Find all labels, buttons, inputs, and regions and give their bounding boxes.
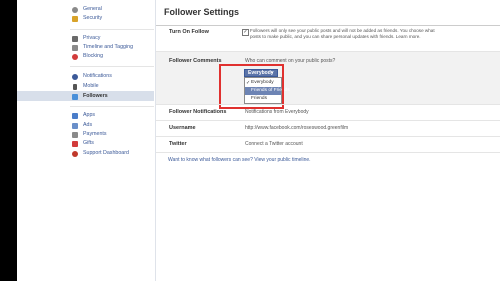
highlight-annotation-box: [219, 64, 284, 109]
apps-icon: [72, 112, 78, 119]
mobile-icon: [73, 83, 77, 90]
username-value: http://www.facebook.com/roseswood.greenf…: [245, 125, 349, 131]
payments-icon: [72, 131, 78, 138]
twitter-connect-link[interactable]: Connect a Twitter account: [245, 141, 303, 147]
sidebar-item-label: Gifts: [83, 140, 94, 146]
sidebar-item-label: Mobile: [83, 83, 99, 89]
sidebar-divider-line: [70, 66, 154, 67]
sidebar-item-gifts[interactable]: Gifts: [52, 138, 154, 148]
ads-icon: [72, 122, 78, 129]
follower-comments-label: Follower Comments: [169, 58, 222, 64]
title-divider: [156, 25, 500, 26]
turn-on-follow-checkbox[interactable]: ✓: [242, 29, 249, 36]
follower-notifications-label: Follower Notifications: [169, 109, 227, 115]
support-icon: [72, 150, 78, 157]
page-title: Follower Settings: [164, 7, 240, 17]
row-divider: [156, 120, 500, 121]
sidebar-item-label: Support Dashboard: [83, 150, 129, 156]
sidebar-divider-line: [70, 29, 154, 30]
timeline-icon: [72, 44, 78, 51]
settings-main: Follower Settings Turn On Follow ✓ Follo…: [156, 0, 500, 281]
lock-icon: [72, 35, 78, 42]
gear-icon: [72, 6, 78, 13]
sidebar-item-label: Notifications: [83, 73, 112, 79]
sidebar-item-label: Blocking: [83, 53, 104, 59]
shield-icon: [72, 15, 78, 22]
sidebar-item-apps[interactable]: Apps: [52, 110, 154, 120]
followers-icon: [72, 93, 78, 100]
sidebar-item-security[interactable]: Security: [52, 13, 154, 23]
sidebar-item-label: Followers: [83, 93, 108, 99]
sidebar-item-label: Security: [83, 15, 103, 21]
sidebar-divider-line: [70, 106, 154, 107]
sidebar-item-notifications[interactable]: Notifications: [52, 71, 154, 81]
row-divider: [156, 136, 500, 137]
twitter-label: Twitter: [169, 141, 187, 147]
sidebar-item-label: Apps: [83, 112, 96, 118]
follower-notifications-value: Notifications from Everybody: [245, 109, 309, 115]
sidebar-item-support-dashboard[interactable]: Support Dashboard: [52, 148, 154, 158]
row-divider: [156, 104, 500, 105]
username-label: Username: [169, 125, 196, 131]
sidebar-item-blocking[interactable]: Blocking: [52, 51, 154, 61]
left-black-bar: [0, 0, 17, 281]
row-divider: [156, 152, 500, 153]
globe-icon: [72, 73, 78, 80]
turn-on-follow-label: Turn On Follow: [169, 29, 209, 35]
turn-on-follow-description: Followers will only see your public post…: [250, 28, 435, 40]
public-timeline-link[interactable]: Want to know what followers can see? Vie…: [168, 157, 311, 163]
sidebar-item-followers[interactable]: Followers: [17, 91, 154, 101]
sidebar-item-mobile[interactable]: Mobile: [52, 81, 154, 91]
gift-icon: [72, 140, 78, 147]
blocking-icon: [72, 53, 78, 60]
